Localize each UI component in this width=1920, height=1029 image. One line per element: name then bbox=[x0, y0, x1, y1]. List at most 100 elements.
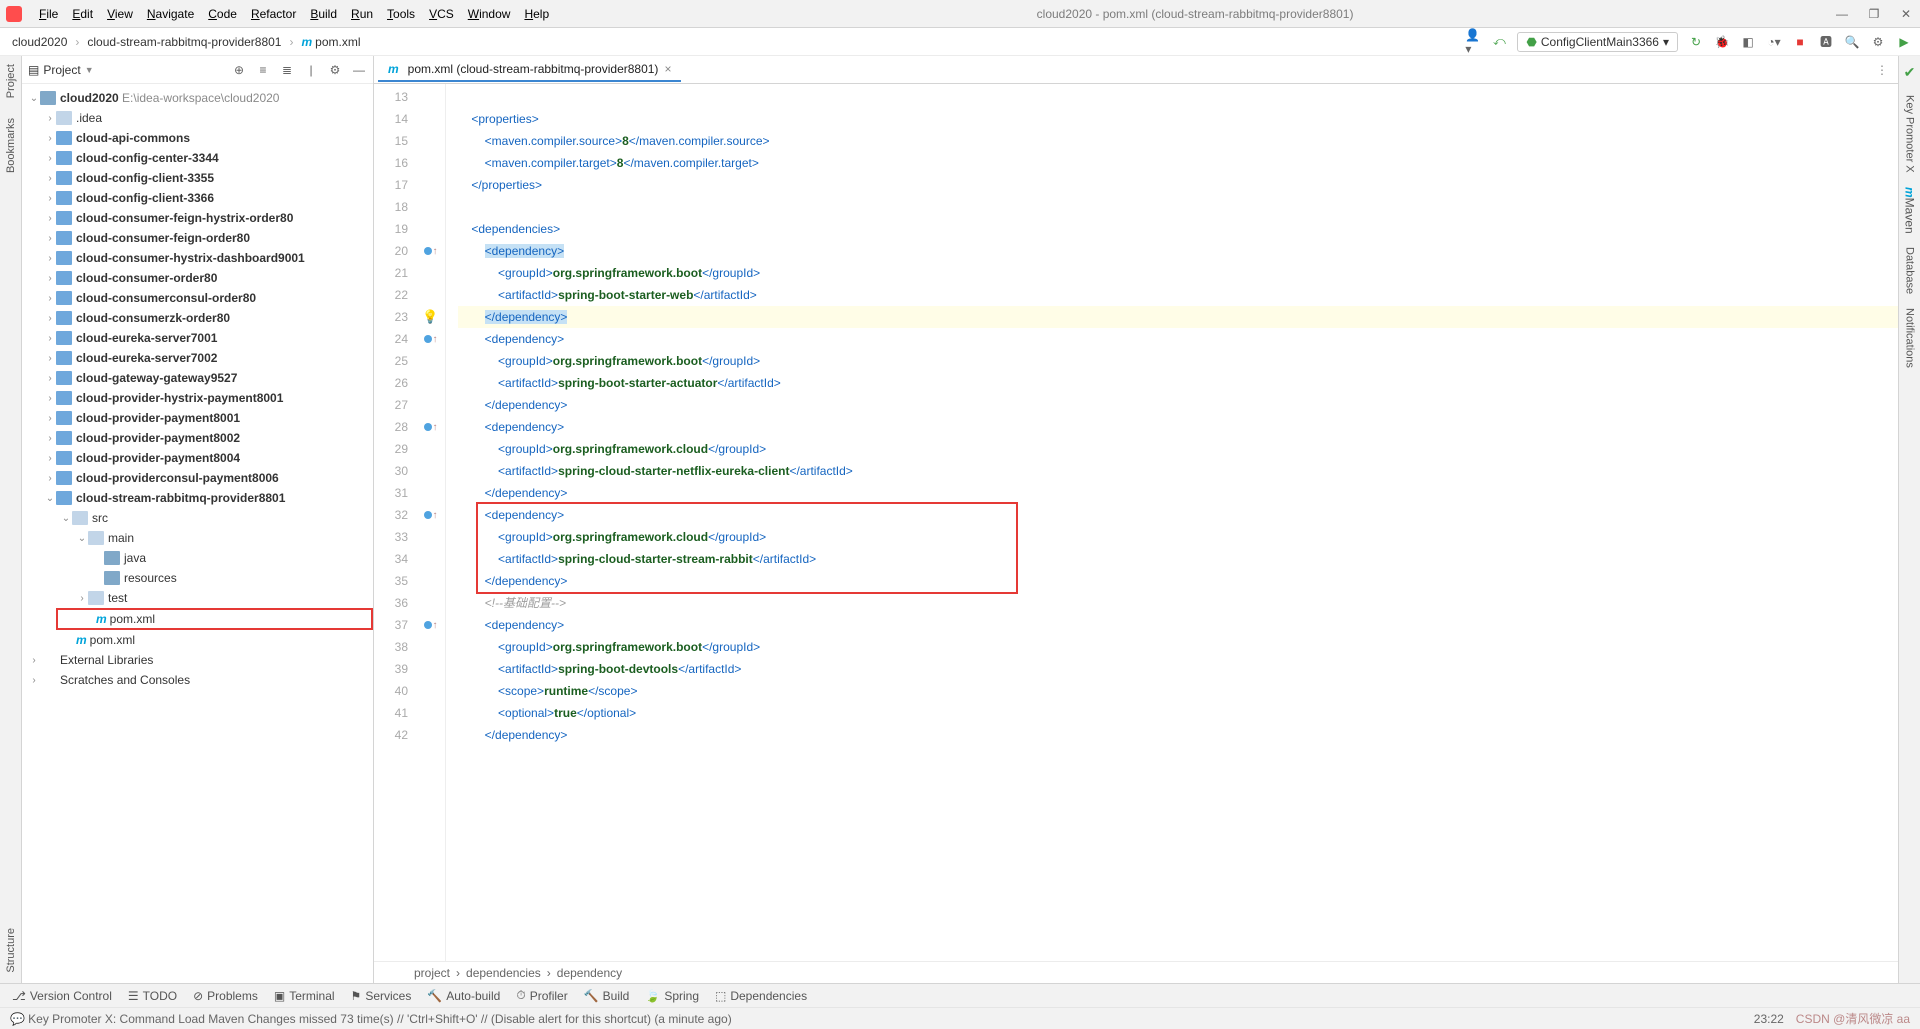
code-line[interactable]: <groupId>org.springframework.cloud</grou… bbox=[458, 438, 1898, 460]
code-line[interactable]: <artifactId>spring-boot-devtools</artifa… bbox=[458, 658, 1898, 680]
project-header-title[interactable]: Project bbox=[43, 63, 80, 77]
code-line[interactable] bbox=[458, 86, 1898, 108]
tree-resources[interactable]: resources bbox=[22, 568, 373, 588]
tree-module[interactable]: cloud-providerconsul-payment8006 bbox=[22, 468, 373, 488]
code-line[interactable]: <!--基础配置--> bbox=[458, 592, 1898, 614]
code-line[interactable]: <dependency> bbox=[458, 416, 1898, 438]
code-line[interactable]: </properties> bbox=[458, 174, 1898, 196]
tree-main[interactable]: main bbox=[22, 528, 373, 548]
user-icon[interactable]: 👤▾ bbox=[1465, 34, 1481, 50]
tool-structure[interactable]: Structure bbox=[5, 928, 17, 973]
search-icon[interactable]: 🔍 bbox=[1844, 34, 1860, 50]
crumb-dep[interactable]: dependency bbox=[557, 966, 622, 980]
chevron-down-icon[interactable]: ▼ bbox=[85, 65, 94, 75]
bottom-tool-spring[interactable]: 🍃Spring bbox=[645, 989, 699, 1003]
bottom-tool-terminal[interactable]: ▣Terminal bbox=[274, 989, 335, 1003]
tree-module[interactable]: cloud-consumerzk-order80 bbox=[22, 308, 373, 328]
close-icon[interactable]: ✕ bbox=[1898, 6, 1914, 22]
tool-bookmarks[interactable]: Bookmarks bbox=[5, 118, 17, 173]
gear-icon[interactable]: ⚙ bbox=[327, 62, 343, 78]
coverage-icon[interactable]: ◧ bbox=[1740, 34, 1756, 50]
inspection-ok-icon[interactable]: ✔ bbox=[1904, 64, 1916, 81]
profile-icon[interactable]: ◔▾ bbox=[1766, 34, 1782, 50]
tab-close-icon[interactable]: × bbox=[664, 62, 671, 76]
run-icon[interactable]: ↻ bbox=[1688, 34, 1704, 50]
event-log-icon[interactable]: 💬 bbox=[10, 1012, 25, 1026]
tree-module[interactable]: cloud-consumer-hystrix-dashboard9001 bbox=[22, 248, 373, 268]
tree-test[interactable]: test bbox=[22, 588, 373, 608]
translate-icon[interactable]: 🅰 bbox=[1818, 34, 1834, 50]
code-line[interactable]: </dependency> bbox=[458, 570, 1898, 592]
maximize-icon[interactable]: ❐ bbox=[1866, 6, 1882, 22]
tool-maven[interactable]: mMaven bbox=[1903, 187, 1917, 234]
code-line[interactable]: <groupId>org.springframework.boot</group… bbox=[458, 350, 1898, 372]
menu-edit[interactable]: Edit bbox=[65, 4, 100, 24]
code-line[interactable]: <artifactId>spring-cloud-starter-netflix… bbox=[458, 460, 1898, 482]
code-line[interactable]: </dependency> bbox=[458, 724, 1898, 746]
code-line[interactable]: <dependencies> bbox=[458, 218, 1898, 240]
tree-src[interactable]: src bbox=[22, 508, 373, 528]
tab-pom-xml[interactable]: m pom.xml (cloud-stream-rabbitmq-provide… bbox=[378, 57, 681, 82]
menu-window[interactable]: Window bbox=[461, 4, 518, 24]
menu-navigate[interactable]: Navigate bbox=[140, 4, 201, 24]
menu-build[interactable]: Build bbox=[303, 4, 344, 24]
hide-icon[interactable]: — bbox=[351, 62, 367, 78]
tree-module[interactable]: cloud-provider-payment8001 bbox=[22, 408, 373, 428]
code-line[interactable]: <dependency> bbox=[458, 614, 1898, 636]
tree-module[interactable]: cloud-eureka-server7002 bbox=[22, 348, 373, 368]
code-line[interactable]: <dependency> bbox=[458, 328, 1898, 350]
menu-view[interactable]: View bbox=[100, 4, 140, 24]
bottom-tool-build[interactable]: 🔨Build bbox=[584, 989, 630, 1003]
expand-all-icon[interactable]: ≡ bbox=[255, 62, 271, 78]
code-line[interactable]: </dependency> bbox=[458, 394, 1898, 416]
tree-idea[interactable]: .idea bbox=[22, 108, 373, 128]
crumb-root[interactable]: project bbox=[414, 966, 450, 980]
tree-module[interactable]: cloud-config-center-3344 bbox=[22, 148, 373, 168]
stop-icon[interactable]: ■ bbox=[1792, 34, 1808, 50]
bottom-tool-profiler[interactable]: ⏱Profiler bbox=[516, 988, 567, 1003]
tree-java[interactable]: java bbox=[22, 548, 373, 568]
code-line[interactable]: <groupId>org.springframework.boot</group… bbox=[458, 262, 1898, 284]
tree-scratches[interactable]: Scratches and Consoles bbox=[22, 670, 373, 690]
code-line[interactable]: <dependency> bbox=[458, 240, 1898, 262]
code-line[interactable]: <optional>true</optional> bbox=[458, 702, 1898, 724]
code-line[interactable]: <maven.compiler.source>8</maven.compiler… bbox=[458, 130, 1898, 152]
bottom-tool-version-control[interactable]: ⎇Version Control bbox=[12, 989, 112, 1003]
menu-file[interactable]: File bbox=[32, 4, 65, 24]
menu-tools[interactable]: Tools bbox=[380, 4, 422, 24]
code-line[interactable]: <dependency> bbox=[458, 504, 1898, 526]
tree-module[interactable]: cloud-consumer-feign-hystrix-order80 bbox=[22, 208, 373, 228]
code-line[interactable]: <groupId>org.springframework.boot</group… bbox=[458, 636, 1898, 658]
tool-notifications[interactable]: Notifications bbox=[1904, 308, 1916, 368]
debug-icon[interactable]: 🐞 bbox=[1714, 34, 1730, 50]
code-line[interactable]: <artifactId>spring-boot-starter-actuator… bbox=[458, 372, 1898, 394]
menu-vcs[interactable]: VCS bbox=[422, 4, 461, 24]
tree-module[interactable]: cloud-eureka-server7001 bbox=[22, 328, 373, 348]
code-content[interactable]: <properties> <maven.compiler.source>8</m… bbox=[446, 84, 1898, 961]
collapse-all-icon[interactable]: ≣ bbox=[279, 62, 295, 78]
code-line[interactable]: <properties> bbox=[458, 108, 1898, 130]
crumb-deps[interactable]: dependencies bbox=[466, 966, 541, 980]
tree-module[interactable]: cloud-consumerconsul-order80 bbox=[22, 288, 373, 308]
build-hammer-icon[interactable]: ⤺ bbox=[1491, 34, 1507, 50]
tree-module[interactable]: cloud-api-commons bbox=[22, 128, 373, 148]
tree-module[interactable]: cloud-provider-payment8004 bbox=[22, 448, 373, 468]
crumb-module[interactable]: cloud-stream-rabbitmq-provider8801 bbox=[83, 33, 285, 51]
tree-open-module[interactable]: cloud-stream-rabbitmq-provider8801 bbox=[22, 488, 373, 508]
bottom-tool-auto-build[interactable]: 🔨Auto-build bbox=[427, 989, 500, 1003]
tree-module[interactable]: cloud-config-client-3366 bbox=[22, 188, 373, 208]
code-line[interactable]: </dependency> bbox=[458, 306, 1898, 328]
code-line[interactable]: <artifactId>spring-cloud-starter-stream-… bbox=[458, 548, 1898, 570]
tool-project[interactable]: Project bbox=[5, 64, 17, 98]
code-line[interactable]: <groupId>org.springframework.cloud</grou… bbox=[458, 526, 1898, 548]
menu-code[interactable]: Code bbox=[201, 4, 244, 24]
crumb-project[interactable]: cloud2020 bbox=[8, 33, 71, 51]
tree-module[interactable]: cloud-provider-payment8002 bbox=[22, 428, 373, 448]
bottom-tool-todo[interactable]: ☰TODO bbox=[128, 989, 177, 1003]
tab-more-icon[interactable]: ⋮ bbox=[1876, 63, 1898, 77]
code-line[interactable]: <maven.compiler.target>8</maven.compiler… bbox=[458, 152, 1898, 174]
menu-help[interactable]: Help bbox=[517, 4, 556, 24]
code-line[interactable]: <artifactId>spring-boot-starter-web</art… bbox=[458, 284, 1898, 306]
minimize-icon[interactable]: — bbox=[1834, 6, 1850, 22]
code-line[interactable]: <scope>runtime</scope> bbox=[458, 680, 1898, 702]
